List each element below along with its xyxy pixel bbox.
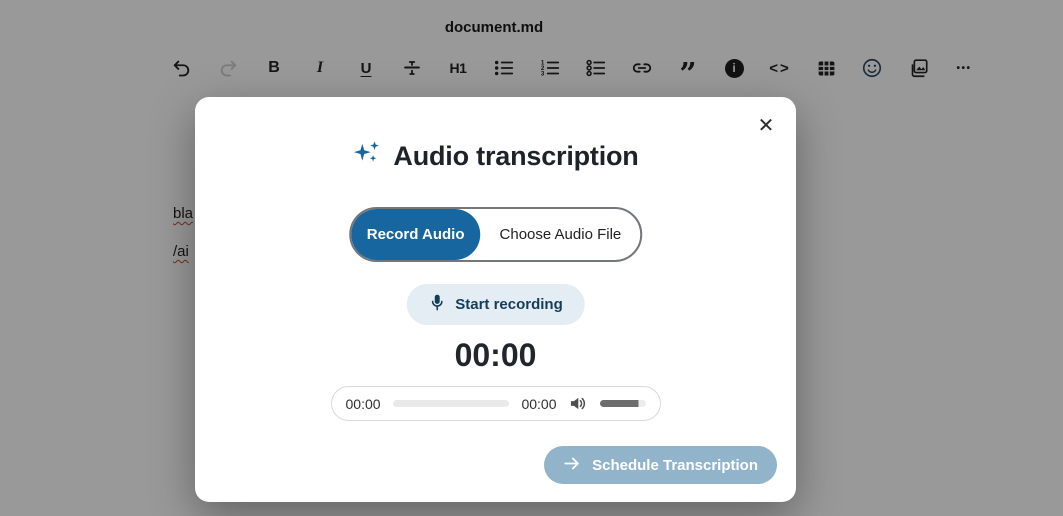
audio-transcription-modal: ✕ Audio transcription Record Audio Choos… <box>195 97 796 502</box>
sparkles-icon <box>352 139 382 174</box>
audio-source-tabs: Record Audio Choose Audio File <box>349 207 643 262</box>
tab-choose-audio-file[interactable]: Choose Audio File <box>481 209 641 260</box>
schedule-transcription-button[interactable]: Schedule Transcription <box>544 446 777 484</box>
start-recording-label: Start recording <box>455 296 563 313</box>
audio-player: 00:00 00:00 <box>331 386 661 421</box>
close-icon: ✕ <box>758 113 775 138</box>
volume-icon[interactable] <box>569 395 588 412</box>
player-duration: 00:00 <box>521 396 556 412</box>
volume-slider[interactable] <box>600 400 646 407</box>
modal-header: Audio transcription <box>195 138 796 174</box>
arrow-right-icon <box>563 456 581 475</box>
player-elapsed-time: 00:00 <box>346 396 381 412</box>
recording-timer: 00:00 <box>195 337 796 373</box>
modal-title: Audio transcription <box>393 141 638 172</box>
schedule-transcription-label: Schedule Transcription <box>592 457 758 474</box>
app-window: document.md B I U H1 123 ” i <> <box>0 0 1063 516</box>
start-recording-button[interactable]: Start recording <box>406 284 585 325</box>
player-seek-bar[interactable] <box>393 400 510 407</box>
microphone-icon <box>428 292 445 317</box>
tab-record-audio[interactable]: Record Audio <box>351 209 481 260</box>
